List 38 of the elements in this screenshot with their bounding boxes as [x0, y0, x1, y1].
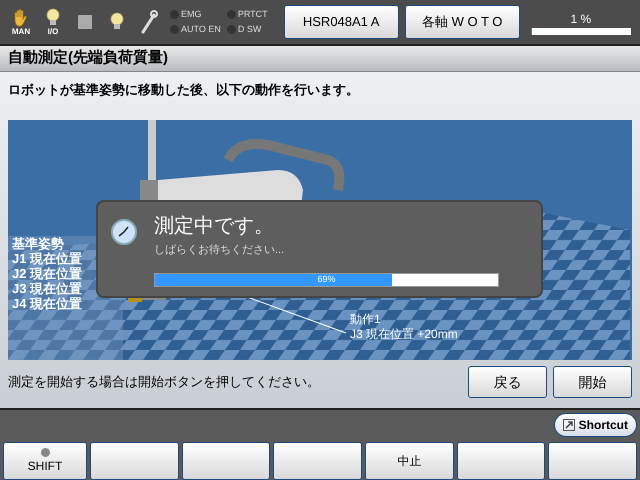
stop-icon — [78, 15, 92, 29]
function-key[interactable] — [90, 442, 179, 480]
page-title: 自動測定(先端負荷質量) — [8, 48, 168, 68]
function-key[interactable] — [182, 442, 270, 480]
pose-line: J3 現在位置 — [12, 281, 82, 296]
pose-line: J2 現在位置 — [12, 266, 82, 281]
dialog-title: 測定中です。 — [154, 214, 275, 238]
speed-reading: 1 % — [570, 10, 592, 28]
indicator-label: PRTCT — [238, 10, 268, 19]
hint-text: 測定を開始する場合は開始ボタンを押してください。 — [8, 373, 321, 392]
header-button[interactable]: 各軸 W O T O — [404, 5, 520, 39]
indicator-label: AUTO EN — [181, 25, 221, 34]
pose-line: 基準姿勢 — [12, 236, 65, 251]
pose-line: J1 現在位置 — [12, 251, 82, 266]
action-button[interactable]: 戻る — [468, 366, 547, 398]
indicator-label: D SW — [238, 25, 262, 34]
arrow-icon — [562, 419, 575, 431]
mode-label: I/O — [48, 28, 58, 36]
clock-icon — [110, 218, 138, 246]
dialog-message: しばらくお待ちください... — [154, 243, 286, 258]
header-button[interactable]: HSR048A1 A — [284, 5, 399, 39]
mode-label: MAN — [12, 28, 30, 36]
action-line: 動作1 — [350, 312, 382, 327]
function-key[interactable]: 中止 — [365, 442, 454, 480]
lightbulb-icon — [45, 8, 61, 28]
wrench-icon — [139, 10, 159, 34]
function-key[interactable]: SHIFT — [3, 442, 87, 480]
pose-line: J4 現在位置 — [12, 296, 82, 311]
instruction-text: ロボットが基準姿勢に移動した後、以下の動作を行います。 — [7, 81, 360, 99]
shortcut-button[interactable]: Shortcut — [554, 413, 637, 437]
function-key[interactable] — [548, 442, 638, 480]
lightbulb-icon — [109, 12, 125, 32]
action-button[interactable]: 開始 — [553, 366, 632, 398]
progress-reading: 69% — [316, 274, 336, 286]
action-line: J3 現在位置 +20mm — [350, 327, 458, 342]
function-key[interactable] — [456, 442, 546, 480]
function-key[interactable] — [273, 442, 362, 480]
indicator-label: EMG — [181, 10, 202, 19]
